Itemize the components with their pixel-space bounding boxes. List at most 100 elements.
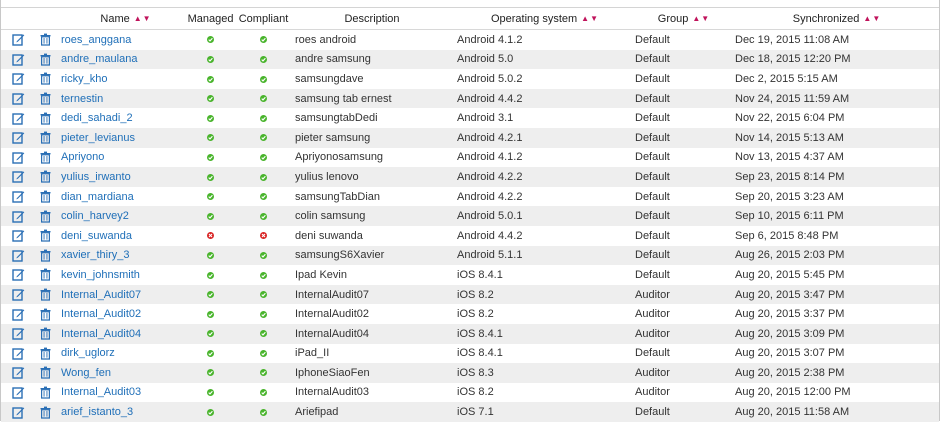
- name-cell: deni_suwanda: [59, 230, 183, 242]
- device-name-link[interactable]: roes_anggana: [61, 34, 131, 46]
- device-name-link[interactable]: Internal_Audit03: [61, 386, 141, 398]
- table-row: Internal_Audit03 InternalAudit03 iOS 8.2 Au…: [1, 383, 939, 403]
- device-name-link[interactable]: Internal_Audit07: [61, 289, 141, 301]
- device-name-link[interactable]: dirk_uglorz: [61, 347, 115, 359]
- edit-icon[interactable]: [12, 33, 25, 46]
- trash-icon[interactable]: [39, 33, 52, 46]
- edit-icon[interactable]: [12, 170, 25, 184]
- device-name-link[interactable]: andre_maulana: [61, 53, 137, 65]
- device-name-link[interactable]: ternestin: [61, 93, 103, 105]
- device-name-link[interactable]: colin_harvey2: [61, 210, 129, 222]
- check-circle-icon: [207, 95, 214, 103]
- managed-cell: [183, 73, 238, 85]
- device-name-link[interactable]: dian_mardiana: [61, 191, 134, 203]
- os-cell: Android 4.2.2: [457, 170, 523, 183]
- column-header-synchronized[interactable]: Synchronized ▲▼: [733, 13, 939, 25]
- check-circle-icon: [260, 389, 267, 397]
- edit-icon[interactable]: [12, 288, 25, 301]
- name-cell: yulius_irwanto: [59, 171, 183, 183]
- group-cell: Default: [635, 268, 670, 281]
- edit-cell: [1, 229, 27, 242]
- managed-cell: [183, 132, 238, 144]
- trash-icon[interactable]: [39, 229, 52, 242]
- x-circle-icon: [260, 232, 267, 240]
- column-header-operating-system[interactable]: Operating system ▲▼: [455, 13, 633, 25]
- column-header-name[interactable]: Name ▲▼: [59, 13, 183, 25]
- edit-icon[interactable]: [12, 308, 25, 321]
- edit-icon[interactable]: [12, 327, 25, 340]
- sort-arrows-icon[interactable]: ▲▼: [692, 14, 710, 23]
- edit-icon[interactable]: [12, 112, 25, 125]
- trash-icon[interactable]: [39, 347, 52, 360]
- compliant-cell: [238, 308, 289, 320]
- edit-icon[interactable]: [12, 72, 25, 86]
- device-name-link[interactable]: Internal_Audit02: [61, 308, 141, 320]
- trash-icon[interactable]: [39, 170, 52, 184]
- edit-cell: [1, 288, 27, 301]
- delete-cell: [27, 92, 59, 105]
- device-name-link[interactable]: arief_istanto_3: [61, 406, 133, 418]
- device-name-link[interactable]: ricky_kho: [61, 73, 107, 85]
- device-name-link[interactable]: xavier_thiry_3: [61, 249, 129, 261]
- edit-cell: [1, 72, 27, 86]
- trash-icon[interactable]: [39, 131, 52, 144]
- synchronized-cell: Sep 10, 2015 6:11 PM: [735, 210, 844, 223]
- trash-icon[interactable]: [39, 112, 52, 125]
- device-name-link[interactable]: dedi_sahadi_2: [61, 112, 133, 124]
- trash-icon[interactable]: [39, 210, 52, 223]
- edit-icon[interactable]: [12, 268, 25, 282]
- column-header-group[interactable]: Group ▲▼: [633, 13, 733, 25]
- trash-icon[interactable]: [39, 53, 52, 66]
- device-name-link[interactable]: Internal_Audit04: [61, 328, 141, 340]
- trash-icon[interactable]: [39, 92, 52, 105]
- sort-arrows-icon[interactable]: ▲▼: [581, 14, 599, 23]
- edit-icon[interactable]: [12, 347, 25, 360]
- check-circle-icon: [260, 330, 267, 338]
- trash-icon[interactable]: [39, 386, 52, 399]
- synchronized-cell: Sep 20, 2015 3:23 AM: [735, 190, 844, 203]
- trash-icon[interactable]: [39, 366, 52, 379]
- group-cell: Default: [635, 112, 670, 125]
- group-cell: Auditor: [635, 308, 670, 321]
- edit-icon[interactable]: [12, 53, 25, 66]
- edit-icon[interactable]: [12, 386, 25, 399]
- device-name-link[interactable]: kevin_johnsmith: [61, 269, 140, 281]
- edit-icon[interactable]: [12, 249, 25, 262]
- edit-icon[interactable]: [12, 210, 25, 223]
- edit-icon[interactable]: [12, 366, 25, 380]
- os-cell: Android 5.1.1: [457, 249, 523, 262]
- edit-icon[interactable]: [12, 190, 25, 203]
- group-cell: Default: [635, 249, 670, 262]
- sort-arrows-icon[interactable]: ▲▼: [863, 14, 881, 23]
- group-cell: Default: [635, 170, 670, 183]
- os-cell: Android 5.0.1: [457, 210, 523, 223]
- table-row: xavier_thiry_3 samsungS6Xavier Android 5.1…: [1, 245, 939, 266]
- trash-icon[interactable]: [39, 72, 52, 86]
- edit-cell: [1, 347, 27, 360]
- trash-icon[interactable]: [39, 406, 52, 419]
- trash-icon[interactable]: [39, 268, 52, 282]
- device-name-link[interactable]: Apriyono: [61, 151, 104, 163]
- name-cell: xavier_thiry_3: [59, 249, 183, 261]
- edit-icon[interactable]: [12, 151, 25, 164]
- edit-icon[interactable]: [12, 229, 25, 242]
- sort-arrows-icon[interactable]: ▲▼: [134, 14, 152, 23]
- name-cell: pieter_levianus: [59, 132, 183, 144]
- trash-icon[interactable]: [39, 249, 52, 262]
- trash-icon[interactable]: [39, 190, 52, 203]
- device-name-link[interactable]: yulius_irwanto: [61, 171, 131, 183]
- device-name-link[interactable]: pieter_levianus: [61, 132, 135, 144]
- device-name-link[interactable]: Wong_fen: [61, 367, 111, 379]
- group-cell: Default: [635, 72, 670, 85]
- device-name-link[interactable]: deni_suwanda: [61, 230, 132, 242]
- trash-icon[interactable]: [39, 288, 52, 301]
- trash-icon[interactable]: [39, 308, 52, 321]
- edit-icon[interactable]: [12, 131, 25, 144]
- edit-cell: [1, 151, 27, 164]
- trash-icon[interactable]: [39, 327, 52, 340]
- group-cell: Default: [635, 92, 670, 105]
- edit-icon[interactable]: [12, 406, 25, 419]
- check-circle-icon: [260, 114, 267, 122]
- trash-icon[interactable]: [39, 151, 52, 164]
- edit-icon[interactable]: [12, 92, 25, 105]
